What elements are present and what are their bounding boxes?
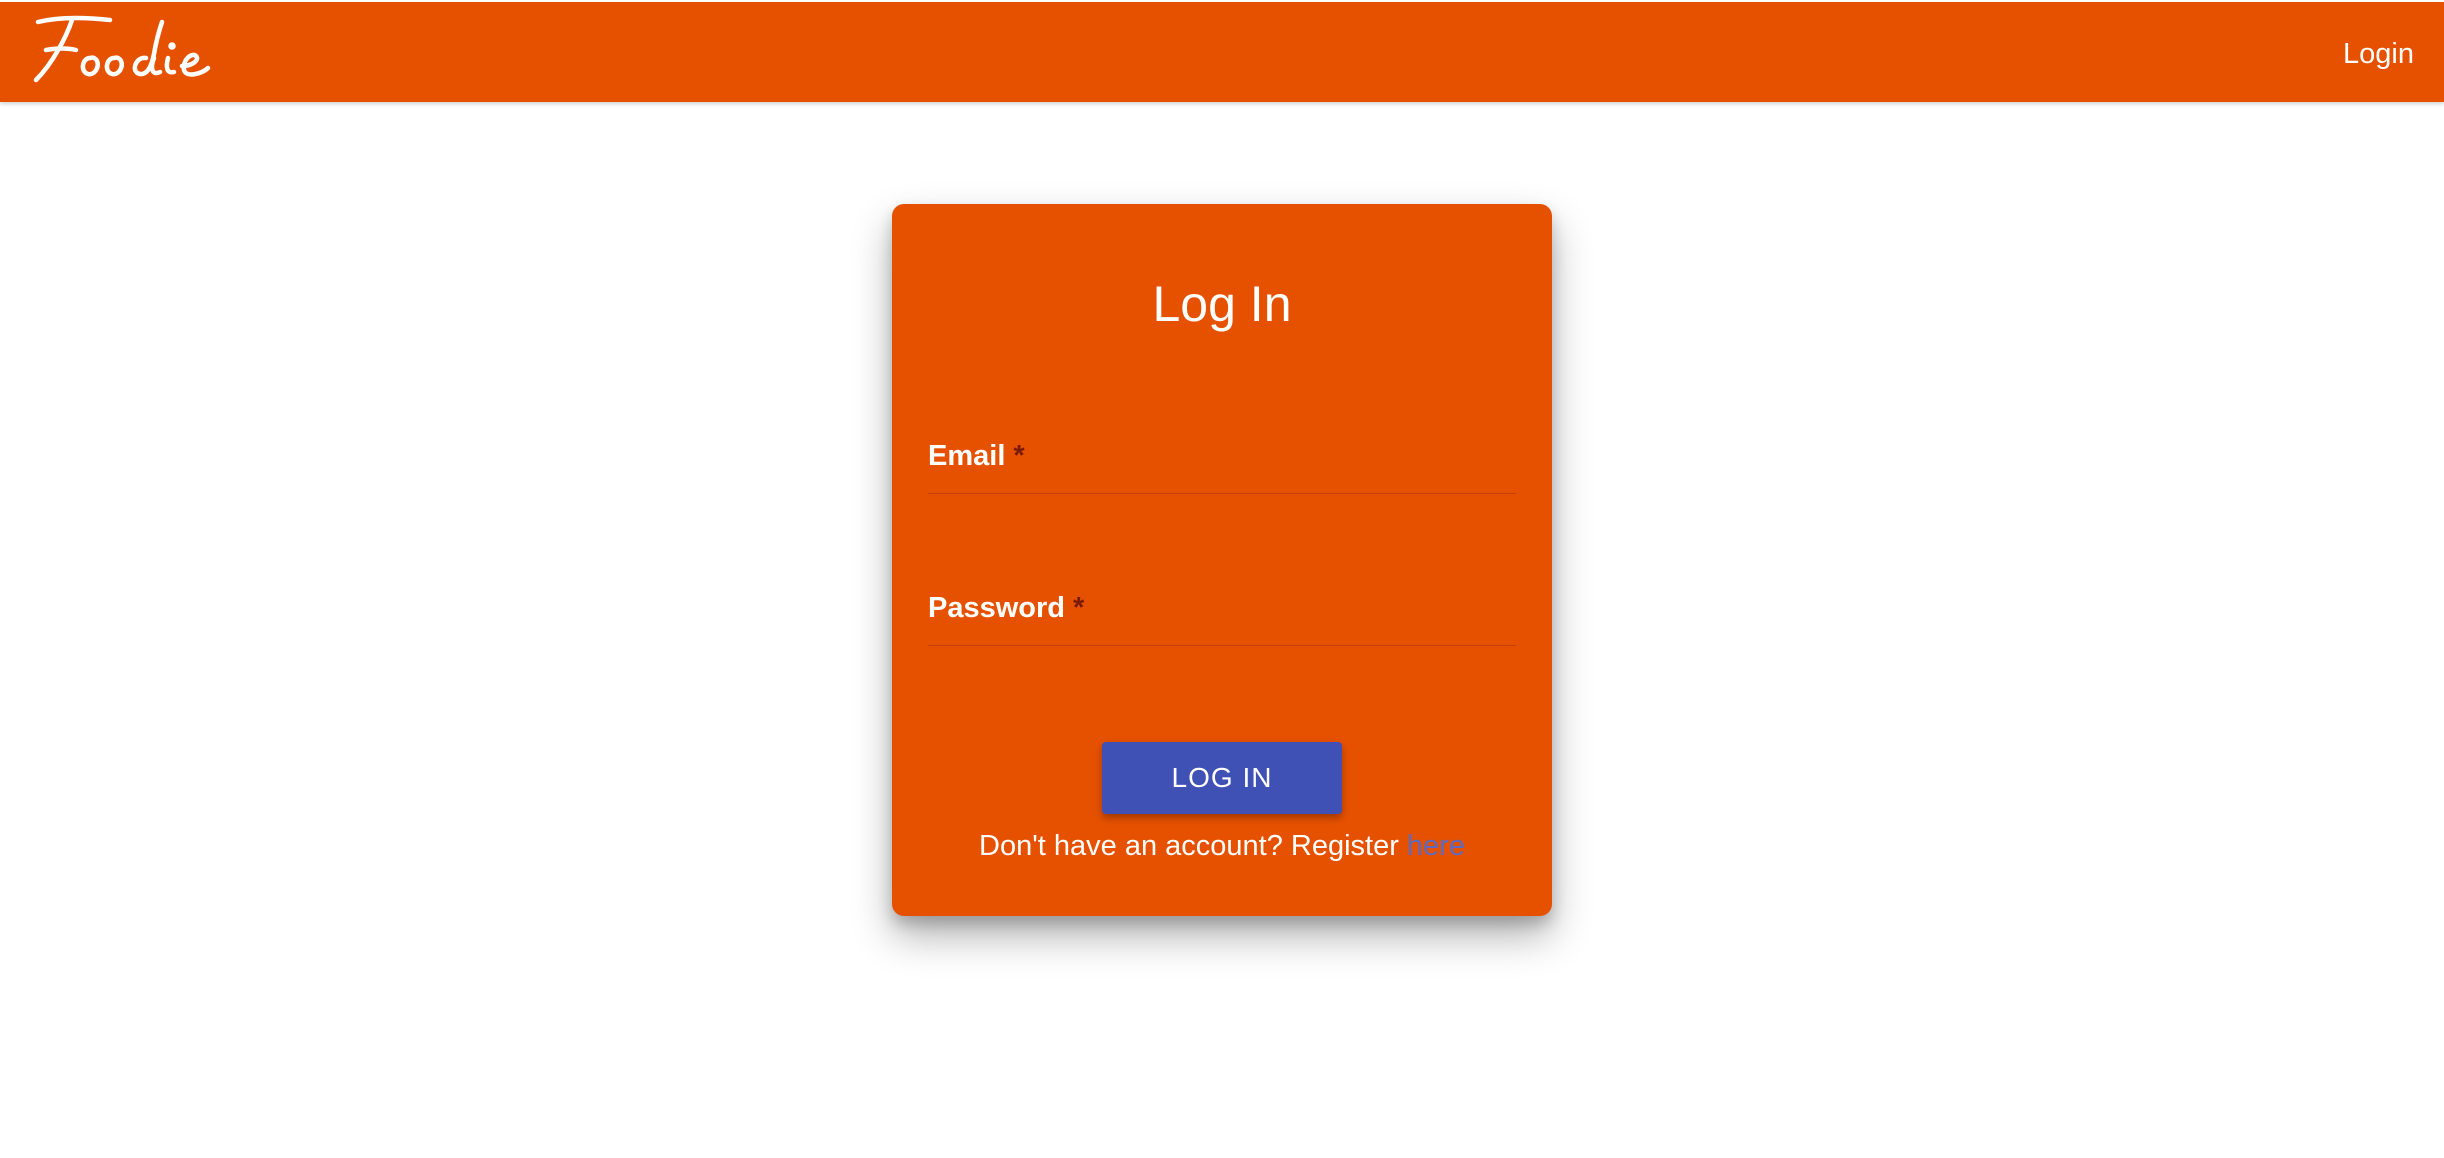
login-submit-button[interactable]: LOG IN [1102,742,1342,814]
foodie-logo[interactable] [32,14,232,88]
password-input[interactable] [928,576,1516,644]
email-field[interactable]: Email * [928,424,1516,494]
email-input[interactable] [928,424,1516,492]
register-link[interactable]: here [1407,830,1465,862]
nav-login-link[interactable]: Login [2343,34,2414,74]
app-bar: Login [0,2,2444,102]
login-card: Log In Email * Password * LOG IN Don't hav… [892,204,1552,916]
password-underline [928,645,1516,646]
register-prompt: Don't have an account? Register here [892,826,1552,866]
foodie-logo-icon [33,15,211,83]
login-title: Log In [1152,276,1292,332]
page: Login Log In Email * Password * LOG IN Don… [0,0,2444,1158]
register-prompt-text: Don't have an account? Register [979,830,1399,862]
password-field[interactable]: Password * [928,576,1516,646]
email-underline [928,493,1516,494]
